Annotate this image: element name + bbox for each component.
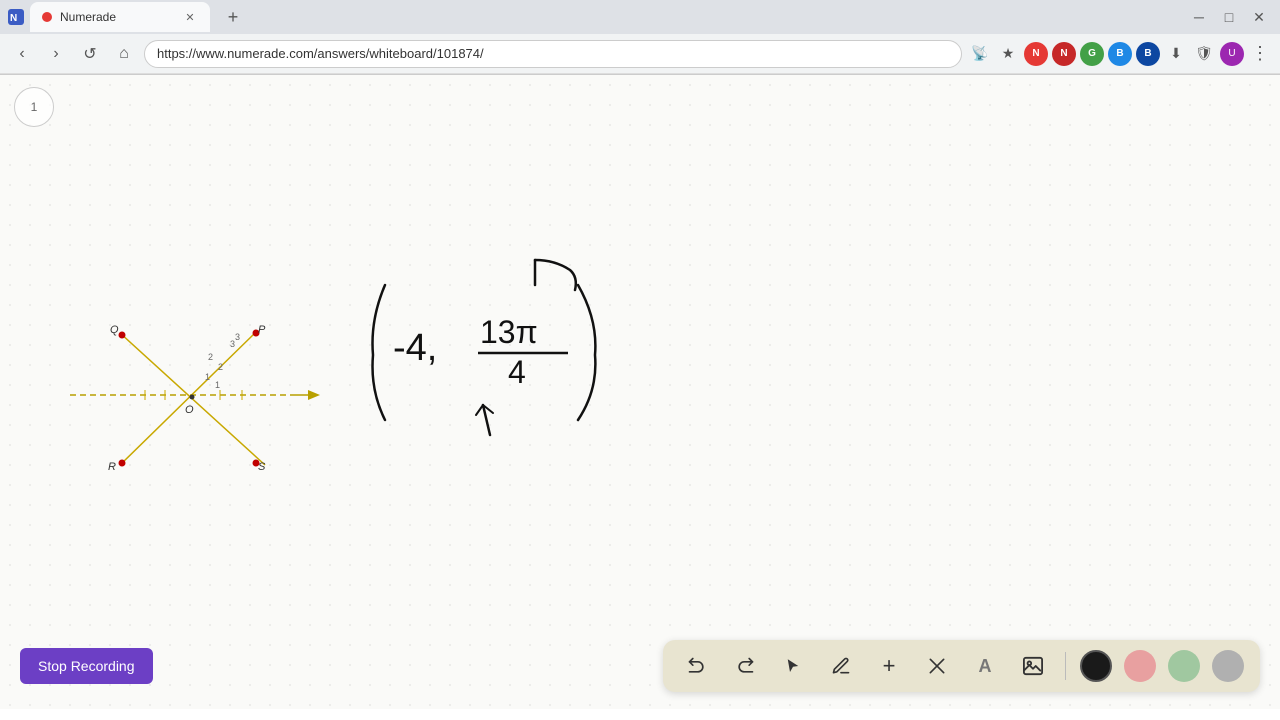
new-tab-button[interactable]: + <box>220 4 246 30</box>
svg-text:3: 3 <box>230 339 235 349</box>
svg-text:R: R <box>108 461 116 473</box>
whiteboard-canvas[interactable]: 1 Q P R S O <box>0 75 1280 709</box>
page-indicator: 1 <box>14 87 54 127</box>
active-tab[interactable]: Numerade ✕ <box>30 2 210 32</box>
title-bar: N Numerade ✕ + ─ □ ✕ <box>0 0 1280 34</box>
ext-green[interactable]: G <box>1080 42 1104 66</box>
browser-extensions: 📡 ★ N N G B B ⬇ 🛡 U ⋮ <box>968 42 1272 66</box>
color-gray[interactable] <box>1212 650 1244 682</box>
undo-button[interactable] <box>679 648 715 684</box>
svg-text:2: 2 <box>218 362 223 372</box>
image-insert-button[interactable] <box>1015 648 1051 684</box>
text-tool-button[interactable]: A <box>967 648 1003 684</box>
svg-text:O: O <box>185 404 194 416</box>
menu-button[interactable]: ⋮ <box>1248 42 1272 66</box>
svg-text:P: P <box>258 324 266 336</box>
ext-avatar[interactable]: U <box>1220 42 1244 66</box>
ext-red2[interactable]: N <box>1052 42 1076 66</box>
close-button[interactable]: ✕ <box>1246 4 1272 30</box>
redo-button[interactable] <box>727 648 763 684</box>
svg-text:2: 2 <box>208 352 213 362</box>
numerade-favicon: N <box>8 9 24 25</box>
cast-icon[interactable]: 📡 <box>968 42 992 66</box>
svg-text:1: 1 <box>215 380 220 390</box>
ext-download[interactable]: ⬇ <box>1164 42 1188 66</box>
ext-red[interactable]: N <box>1024 42 1048 66</box>
tab-close-button[interactable]: ✕ <box>182 9 198 25</box>
drawing-toolbar: + A <box>663 640 1260 692</box>
maximize-button[interactable]: □ <box>1216 4 1242 30</box>
select-tool-button[interactable] <box>775 648 811 684</box>
svg-text:S: S <box>258 461 266 473</box>
ext-blue[interactable]: B <box>1108 42 1132 66</box>
address-input[interactable] <box>144 40 962 68</box>
svg-text:13π: 13π <box>480 314 538 350</box>
color-green[interactable] <box>1168 650 1200 682</box>
minimize-button[interactable]: ─ <box>1186 4 1212 30</box>
stop-recording-button[interactable]: Stop Recording <box>20 648 153 684</box>
svg-text:Q: Q <box>110 324 119 336</box>
bookmark-icon[interactable]: ★ <box>996 42 1020 66</box>
back-button[interactable]: ‹ <box>8 40 36 68</box>
svg-text:-4,: -4, <box>393 327 437 369</box>
bottom-toolbar: Stop Recording <box>0 623 1280 709</box>
tab-title: Numerade <box>60 10 116 24</box>
pen-tool-button[interactable] <box>823 648 859 684</box>
address-bar-row: ‹ › ↺ ⌂ 📡 ★ N N G B B ⬇ 🛡 U ⋮ <box>0 34 1280 74</box>
refresh-button[interactable]: ↺ <box>76 40 104 68</box>
svg-text:4: 4 <box>508 354 526 390</box>
page-number: 1 <box>31 100 38 114</box>
add-shape-button[interactable]: + <box>871 648 907 684</box>
svg-text:3: 3 <box>235 332 240 342</box>
window-controls: ─ □ ✕ <box>1186 4 1272 30</box>
eraser-tool-button[interactable] <box>919 648 955 684</box>
recording-dot <box>42 12 52 22</box>
toolbar-separator <box>1065 652 1066 680</box>
forward-button[interactable]: › <box>42 40 70 68</box>
drawing-svg: Q P R S O 3 3 2 2 1 1 -4, <box>0 75 1280 709</box>
browser-chrome: N Numerade ✕ + ─ □ ✕ ‹ › ↺ ⌂ 📡 ★ N <box>0 0 1280 75</box>
home-button[interactable]: ⌂ <box>110 40 138 68</box>
color-pink[interactable] <box>1124 650 1156 682</box>
svg-text:1: 1 <box>205 372 210 382</box>
ext-blue2[interactable]: B <box>1136 42 1160 66</box>
color-black[interactable] <box>1080 650 1112 682</box>
ext-shield[interactable]: 🛡 <box>1192 42 1216 66</box>
svg-text:N: N <box>10 13 17 24</box>
